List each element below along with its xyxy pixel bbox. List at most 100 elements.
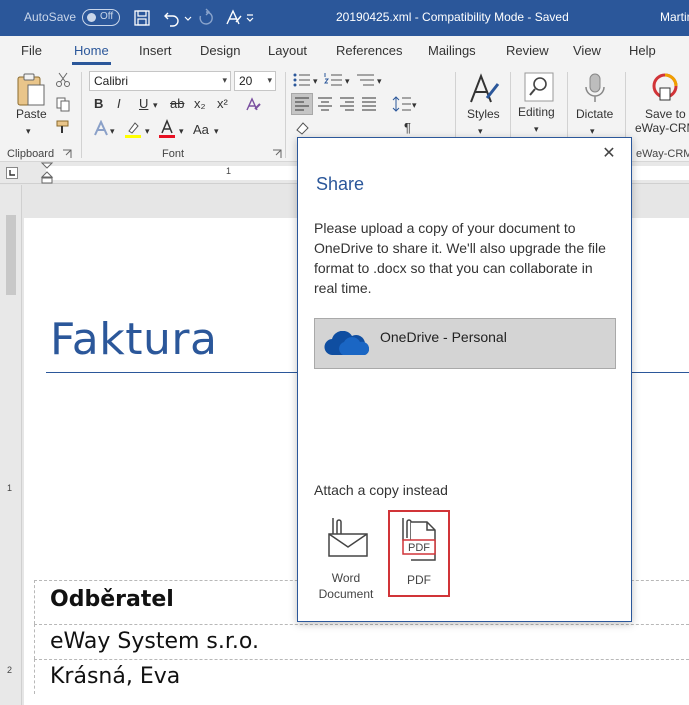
chevron-down-icon: ▾ [222,75,227,85]
clipboard-launcher-icon[interactable] [62,149,72,159]
tab-file[interactable]: File [21,43,42,58]
bullets-icon[interactable] [292,72,312,88]
tab-review[interactable]: Review [506,43,549,58]
editing-dropdown-icon[interactable]: ▾ [534,120,539,138]
close-icon[interactable]: ✕ [601,146,617,162]
numbering-dropdown-icon[interactable]: ▾ [345,72,350,90]
line-spacing-dropdown-icon[interactable]: ▾ [412,96,417,114]
vertical-ruler-margin [6,215,16,295]
change-case-button[interactable]: Aa [193,121,209,139]
pdf-attachment-icon: PDF [402,518,436,561]
text-effects-icon[interactable] [92,120,110,138]
share-dialog: ✕ Share Please upload a copy of your doc… [297,137,632,622]
ribbon-separator [81,72,82,158]
document-heading[interactable]: Faktura [50,314,217,365]
align-center-icon[interactable] [317,96,333,112]
highlight-icon[interactable] [123,119,143,139]
tab-view[interactable]: View [573,43,601,58]
dictate-label[interactable]: Dictate [576,107,613,121]
save-icon[interactable] [132,8,152,28]
undo-icon[interactable] [162,8,182,28]
vertical-ruler-mark: 2 [7,665,13,675]
styles-label[interactable]: Styles [467,107,500,121]
underline-dropdown-icon[interactable]: ▾ [153,96,158,114]
onedrive-label: OneDrive - Personal [380,329,507,345]
font-size-combo[interactable]: 20 ▾ [234,71,276,91]
ruler-mark: 1 [226,166,232,176]
font-color-dropdown-icon[interactable]: ▾ [179,122,184,140]
eway-crm-icon[interactable] [650,72,680,104]
bold-button[interactable]: B [94,95,103,113]
subscript-button[interactable]: x₂ [194,95,206,113]
tab-selector-icon[interactable] [6,167,18,179]
font-name-value: Calibri [94,74,129,88]
editing-label[interactable]: Editing [518,105,555,119]
justify-icon[interactable] [361,96,377,112]
tab-help[interactable]: Help [629,43,656,58]
toggle-knob [87,13,96,22]
customize-toolbar-icon[interactable] [245,8,255,28]
magnifier-icon[interactable] [524,72,554,102]
table-row[interactable]: eWay System s.r.o. [34,624,689,659]
attach-copy-label: Attach a copy instead [314,482,448,498]
copy-icon[interactable] [55,96,71,112]
envelope-attachment-icon [328,518,368,557]
share-dialog-title: Share [316,174,365,194]
multilevel-dropdown-icon[interactable]: ▾ [377,72,382,90]
underline-button[interactable]: U [139,95,148,113]
tab-design[interactable]: Design [200,43,240,58]
onedrive-cloud-icon [324,331,370,356]
clear-formatting-icon[interactable] [244,96,262,114]
word-document-label: Word Document [315,570,377,602]
shading-icon[interactable] [294,120,312,138]
attach-word-document-button[interactable]: Word Document [315,510,377,601]
save-to-eway-label-1[interactable]: Save to [645,107,686,121]
strikethrough-button[interactable]: ab [170,95,184,113]
redo-icon[interactable] [196,8,216,28]
document-title: 20190425.xml - Compatibility Mode - Save… [336,10,569,24]
attach-pdf-button[interactable]: PDF PDF [388,510,450,597]
word-option-line1: Word [331,571,361,585]
font-color-icon[interactable] [157,119,177,139]
change-case-dropdown-icon[interactable]: ▾ [214,122,219,140]
align-right-icon[interactable] [339,96,355,112]
undo-dropdown-icon[interactable] [183,8,193,28]
superscript-button[interactable]: x² [217,95,228,113]
italic-button[interactable]: I [117,95,121,113]
vertical-ruler[interactable]: 1 2 [0,185,22,705]
align-left-icon[interactable] [294,96,310,112]
indent-marker-icon[interactable] [40,162,54,184]
paste-dropdown-icon[interactable]: ▾ [26,122,31,140]
tab-home[interactable]: Home [72,43,111,65]
font-launcher-icon[interactable] [272,149,282,159]
cut-icon[interactable] [55,72,71,88]
bullets-dropdown-icon[interactable]: ▾ [313,72,318,90]
font-group-label: Font [162,148,185,160]
paste-label[interactable]: Paste [16,107,47,121]
user-name[interactable]: Martin [660,10,689,24]
tab-insert[interactable]: Insert [139,43,172,58]
format-painter-icon[interactable] [55,119,71,135]
format-painter-style-icon[interactable] [224,8,244,28]
word-option-line2: Document [318,587,374,601]
save-to-eway-label-2[interactable]: eWay-CRM [635,121,689,135]
numbering-icon[interactable] [324,72,344,88]
table-row[interactable]: Krásná, Eva [34,659,689,694]
onedrive-personal-button[interactable]: OneDrive - Personal [314,318,616,369]
line-spacing-icon[interactable] [392,94,412,114]
highlight-dropdown-icon[interactable]: ▾ [145,122,150,140]
tab-layout[interactable]: Layout [268,43,307,58]
tab-mailings[interactable]: Mailings [428,43,476,58]
show-formatting-button[interactable]: ¶ [404,119,411,137]
pdf-label: PDF [407,573,431,587]
styles-icon[interactable] [467,72,501,108]
font-name-combo[interactable]: Calibri ▾ [89,71,231,91]
text-effects-dropdown-icon[interactable]: ▾ [110,122,115,140]
microphone-icon[interactable] [583,72,607,104]
eway-crm-group-label: eWay-CRM [636,148,689,160]
tab-references[interactable]: References [336,43,402,58]
paste-icon[interactable] [14,72,48,108]
multilevel-list-icon[interactable] [356,72,376,88]
autosave-toggle[interactable]: Off [82,9,120,26]
chevron-down-icon: ▾ [267,75,272,85]
